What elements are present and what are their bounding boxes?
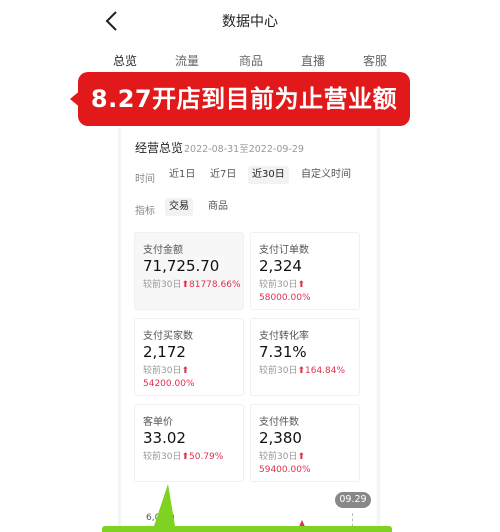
metric-label: 支付金额 [143,245,183,256]
page-title: 数据中心 [222,14,278,30]
metric-card-order-count[interactable]: 支付订单数 2,324 较前30日⬆ 58000.00% [250,232,360,310]
trend-up-icon: ⬆ [181,366,189,376]
top-bar: 数据中心 [0,0,500,42]
metric-value: 2,380 [259,429,302,447]
time-option-7d[interactable]: 近7日 [206,166,240,184]
tab-bar: 总览 流量 商品 直播 客服 [100,52,400,72]
metric-value: 7.31% [259,343,307,361]
time-option-1d[interactable]: 近1日 [165,166,199,184]
metric-value: 2,324 [259,257,302,275]
metric-compare: 较前30日⬆ 59400.00% [259,452,311,475]
trend-up-icon: ⬆ [297,452,305,462]
metric-label: 支付订单数 [259,245,309,256]
annotation-banner-text: 8.27开店到目前为止营业额 [90,85,398,113]
metric-label: 支付件数 [259,417,299,428]
annotation-highlight [102,526,392,532]
metric-card-payment-amount[interactable]: 支付金额 71,725.70 较前30日⬆81778.66% [134,232,244,310]
tab-traffic[interactable]: 流量 [162,52,212,69]
overview-title: 经营总览 [135,141,184,155]
tab-overview[interactable]: 总览 [100,52,150,69]
chart-tooltip: 09.29 [335,492,371,508]
metric-value: 33.02 [143,429,186,447]
metric-compare: 较前30日⬆ 58000.00% [259,280,311,303]
metric-filter-label: 指标 [135,206,155,217]
tab-live[interactable]: 直播 [288,52,338,69]
metric-card-item-count[interactable]: 支付件数 2,380 较前30日⬆ 59400.00% [250,404,360,482]
metric-value: 71,725.70 [143,257,220,275]
metric-compare: 较前30日⬆164.84% [259,366,346,376]
metric-value: 2,172 [143,343,186,361]
annotation-arrow-icon [152,484,176,532]
metric-label: 支付转化率 [259,331,309,342]
trend-up-icon: ⬆ [181,452,189,462]
time-option-custom[interactable]: 自定义时间 [297,166,355,184]
time-option-30d[interactable]: 近30日 [248,166,289,184]
time-filter-label: 时间 [135,174,155,185]
tab-service[interactable]: 客服 [350,52,400,69]
trend-up-icon: ⬆ [297,366,305,376]
metric-card-buyer-count[interactable]: 支付买家数 2,172 较前30日⬆ 54200.00% [134,318,244,396]
metric-card-avg-order-value[interactable]: 客单价 33.02 较前30日⬆50.79% [134,404,244,482]
trend-up-icon: ⬆ [181,280,189,290]
metric-card-conversion-rate[interactable]: 支付转化率 7.31% 较前30日⬆164.84% [250,318,360,396]
metric-compare: 较前30日⬆ 54200.00% [143,366,195,389]
trend-up-icon: ⬆ [297,280,305,290]
metric-compare: 较前30日⬆81778.66% [143,280,241,290]
date-range: 2022-08-31至2022-09-29 [184,144,304,155]
metric-option-products[interactable]: 商品 [204,198,232,216]
metric-compare: 较前30日⬆50.79% [143,452,224,462]
metric-label: 支付买家数 [143,331,193,342]
tab-products[interactable]: 商品 [226,52,276,69]
metric-label: 客单价 [143,417,173,428]
metric-option-trade[interactable]: 交易 [165,198,193,216]
